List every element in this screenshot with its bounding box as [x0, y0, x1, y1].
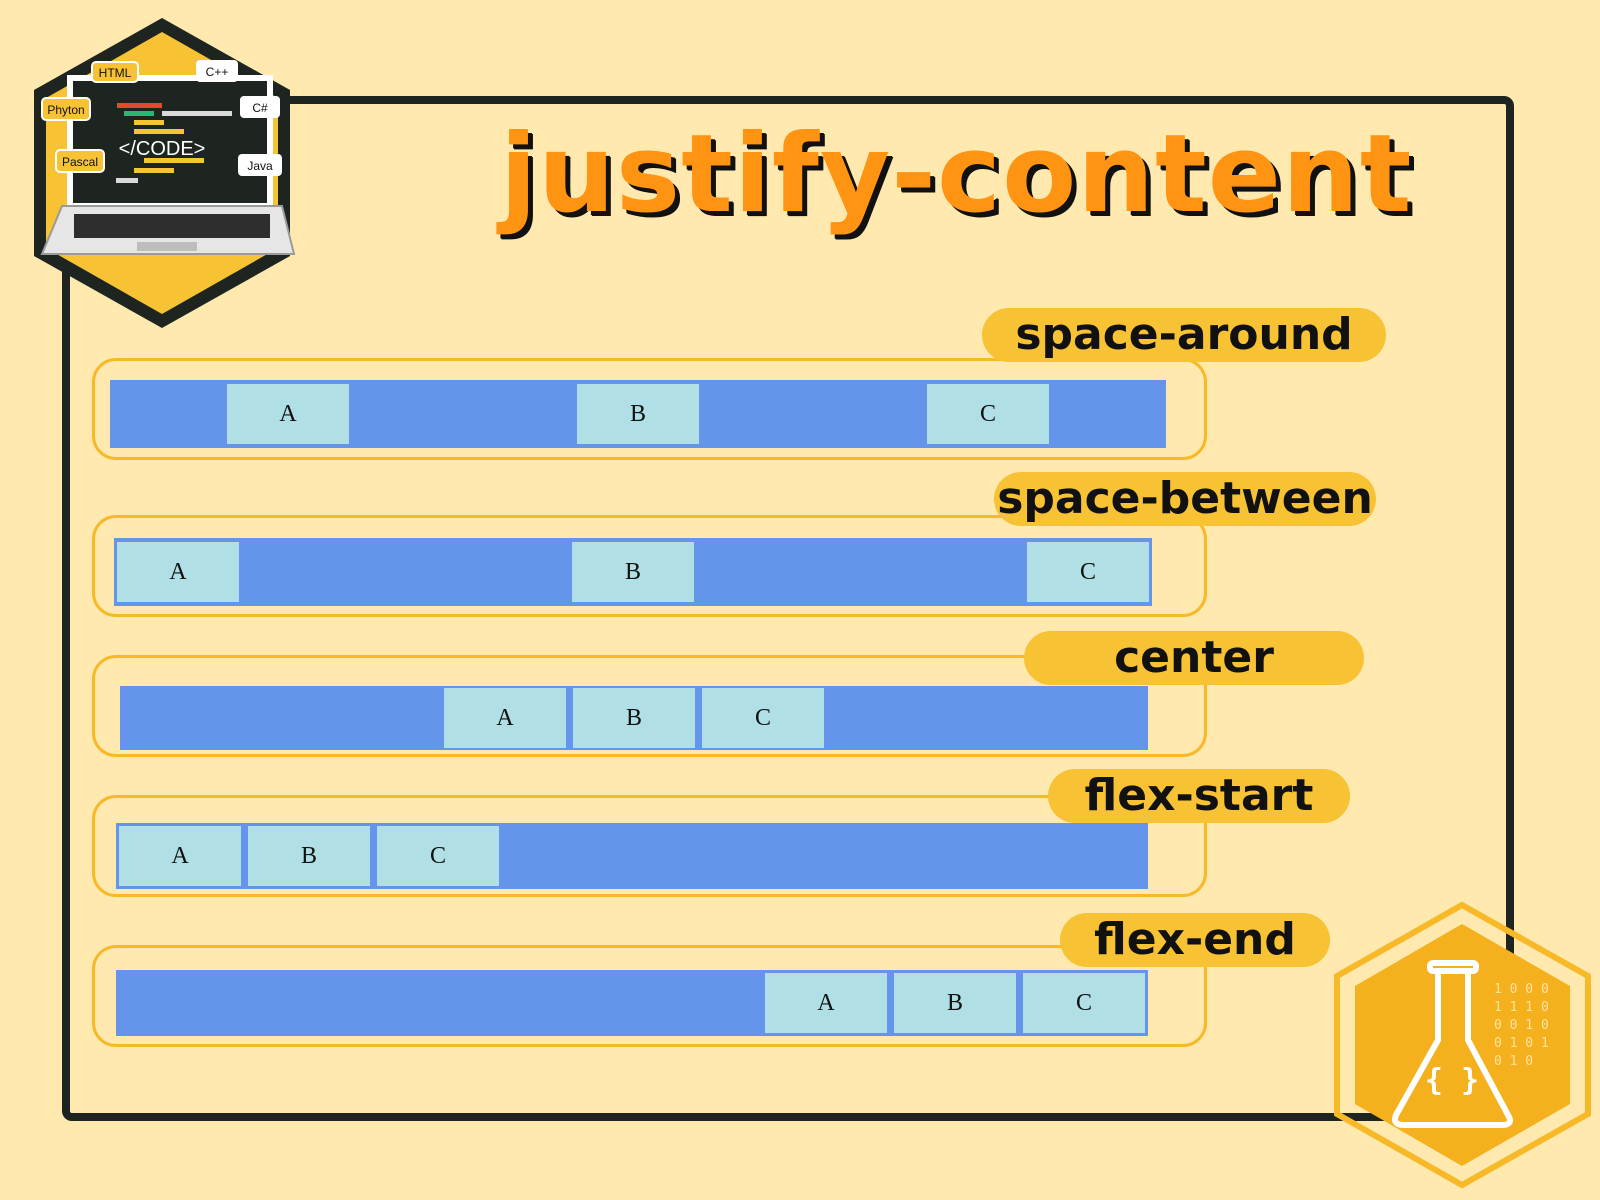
flex-track: A B C	[116, 823, 1148, 889]
flex-item-c: C	[927, 384, 1049, 444]
flex-item-b: B	[894, 973, 1016, 1033]
tag-pascal: Pascal	[62, 155, 98, 169]
flex-track: A B C	[110, 380, 1166, 448]
page-title: justify-content	[500, 112, 1413, 237]
flex-item-a: A	[119, 826, 241, 886]
lab-flask-badge-icon: { } 1 0 0 0 1 1 1 0 0 0 1 0 0 1 0 1 0 1 …	[1334, 901, 1591, 1189]
coding-laptop-badge-icon: </CODE> HTML C++ Phyton C# Pascal Java	[34, 18, 296, 328]
row-space-around: space-around A B C	[92, 300, 1386, 465]
flex-item-c: C	[1023, 973, 1145, 1033]
flex-item-b: B	[248, 826, 370, 886]
flex-item-c: C	[377, 826, 499, 886]
row-label: flex-end	[1060, 913, 1330, 967]
row-center: center A B C	[92, 625, 1364, 765]
tag-phyton: Phyton	[47, 103, 84, 117]
row-label: space-between	[994, 472, 1376, 526]
binary-row: 0 0 1 0	[1494, 1018, 1549, 1033]
binary-row: 1 1 1 0	[1494, 1000, 1549, 1015]
row-flex-end: flex-end A B C	[92, 905, 1330, 1060]
flex-item-a: A	[444, 688, 566, 748]
binary-row: 0 1 0	[1494, 1054, 1533, 1069]
binary-row: 1 0 0 0	[1494, 982, 1549, 997]
row-label: space-around	[982, 308, 1386, 362]
tag-java: Java	[247, 159, 273, 173]
row-space-between: space-between A B C	[92, 470, 1376, 620]
row-label: center	[1024, 631, 1364, 685]
flex-item-b: B	[572, 542, 694, 602]
row-label: flex-start	[1048, 769, 1350, 823]
flex-item-c: C	[702, 688, 824, 748]
flex-item-a: A	[765, 973, 887, 1033]
tag-html: HTML	[99, 66, 132, 80]
flask-braces-text: { }	[1425, 1063, 1479, 1098]
code-screen-text: </CODE>	[119, 138, 206, 160]
tag-csharp: C#	[252, 101, 268, 115]
tag-cpp: C++	[206, 65, 229, 79]
flex-item-c: C	[1027, 542, 1149, 602]
flex-track: A B C	[120, 686, 1148, 750]
flex-item-a: A	[227, 384, 349, 444]
row-flex-start: flex-start A B C	[92, 765, 1350, 905]
flex-track: A B C	[116, 970, 1148, 1036]
flex-item-b: B	[577, 384, 699, 444]
flex-item-a: A	[117, 542, 239, 602]
binary-row: 0 1 0 1	[1494, 1036, 1549, 1051]
flex-track: A B C	[114, 538, 1152, 606]
flex-item-b: B	[573, 688, 695, 748]
